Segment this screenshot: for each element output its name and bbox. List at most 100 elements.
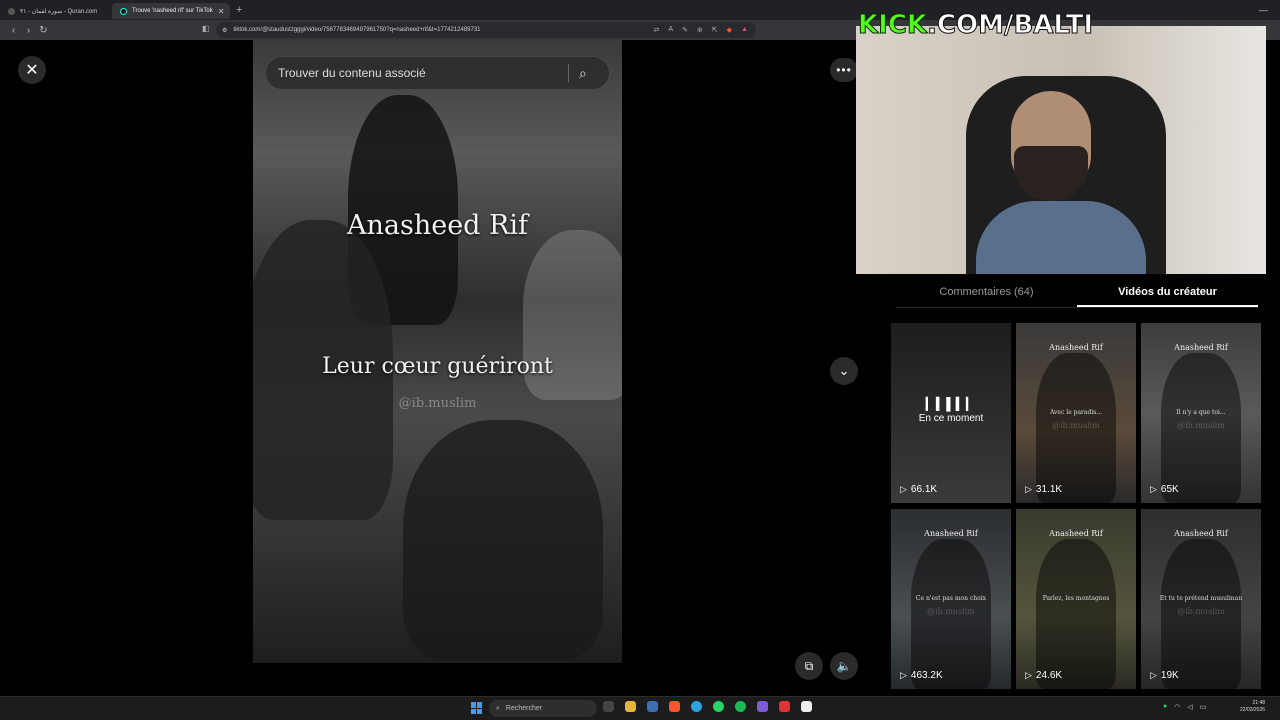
search-divider <box>568 64 569 82</box>
floating-player-button[interactable]: ⧉ <box>795 652 823 680</box>
thumbnail-figure <box>1036 539 1116 689</box>
task-view-icon[interactable] <box>603 701 614 712</box>
video-thumbnail[interactable]: Anasheed Rif Et tu te prétend musulman @… <box>1141 509 1261 689</box>
taskbar-search[interactable]: ⌕ Rechercher <box>489 700 597 717</box>
related-search-bar: ⌕ <box>265 56 610 90</box>
windows-start-icon[interactable] <box>471 702 483 714</box>
file-explorer-icon[interactable] <box>625 701 636 712</box>
tab-title: سورة لقمان - ٣١ - Quran.com <box>20 8 98 15</box>
speaker-icon[interactable]: ◁ <box>1187 703 1192 711</box>
thumbnail-caption: Avec le paradis... <box>1049 409 1103 416</box>
thumbnail-title: Anasheed Rif <box>924 529 978 538</box>
close-tab-icon[interactable]: ✕ <box>218 7 225 16</box>
rewards-icon[interactable]: ▲ <box>741 26 748 34</box>
brave-browser-icon[interactable] <box>669 701 680 712</box>
video-thumbnail[interactable]: Anasheed Rif Ce n'est pas mon choix @ib.… <box>891 509 1011 689</box>
close-video-button[interactable]: ✕ <box>18 56 46 84</box>
tray-status-icon[interactable]: ● <box>1163 703 1167 711</box>
play-icon: ▷ <box>900 484 907 494</box>
share-icon[interactable]: ⇱ <box>712 26 718 34</box>
window-minimize-icon[interactable]: — <box>1259 5 1268 15</box>
whatsapp-icon[interactable] <box>713 701 724 712</box>
browser-tab-quran[interactable]: سورة لقمان - ٣١ - Quran.com <box>0 3 112 19</box>
taskbar-search-placeholder: Rechercher <box>505 705 543 712</box>
site-info-icon[interactable]: ⚙ <box>222 27 227 34</box>
wifi-icon[interactable]: ◠ <box>1174 703 1180 711</box>
panel-tabs: Commentaires (64) Vidéos du créateur <box>896 280 1258 308</box>
zoom-icon[interactable]: ⊕ <box>697 26 703 34</box>
bookmark-icon[interactable]: ◧ <box>202 24 210 33</box>
video-thumbnail[interactable]: Anasheed Rif Il n'y a que toi... @ib.mus… <box>1141 323 1261 503</box>
view-count-value: 66.1K <box>910 484 938 495</box>
spotify-icon[interactable] <box>735 701 746 712</box>
reload-icon[interactable]: ↻ <box>36 25 51 36</box>
thumbnail-watermark: @ib.muslim <box>1052 421 1100 430</box>
video-subtitle: Leur cœur guériront <box>322 354 553 379</box>
video-thumbnail[interactable]: Anasheed Rif Avec le paradis... @ib.musl… <box>1016 323 1136 503</box>
next-video-button[interactable]: ⌄ <box>830 357 858 385</box>
new-tab-button[interactable]: + <box>236 4 242 16</box>
clock-date: 22/03/2026 <box>1240 707 1266 713</box>
picture-in-picture-icon: ⧉ <box>804 658 814 673</box>
read-aloud-icon[interactable]: A <box>668 26 673 34</box>
tab-title: Trouve 'nasheed rif' sur TikTok <box>132 8 213 14</box>
view-count-value: 24.6K <box>1035 670 1063 681</box>
video-thumbnail-now-playing[interactable]: ▎▍▌▍▎ En ce moment ▷ 66.1K <box>891 323 1011 503</box>
tab-creator-videos[interactable]: Vidéos du créateur <box>1077 280 1258 307</box>
calculator-icon[interactable] <box>647 701 658 712</box>
webcam-person-body <box>976 201 1146 274</box>
browser-tab-tiktok[interactable]: Trouve 'nasheed rif' sur TikTok ✕ <box>112 3 230 19</box>
thumbnail-caption: Parlez, les montagnes <box>1042 595 1110 602</box>
view-count: ▷ 65K <box>1150 484 1179 495</box>
messenger-icon[interactable] <box>757 701 768 712</box>
brave-shield-icon[interactable]: ◆ <box>727 26 732 34</box>
tiktok-favicon-icon <box>120 7 127 15</box>
system-tray: ● ◠ ◁ ▭ <box>1163 703 1206 711</box>
thumbnail-title: Anasheed Rif <box>1049 343 1103 352</box>
video-thumbnail[interactable]: Anasheed Rif Parlez, les montagnes ▷ 24.… <box>1016 509 1136 689</box>
video-watermark: @ib.muslim <box>398 396 477 411</box>
view-count: ▷ 463.2K <box>900 670 943 681</box>
thumbnail-title: Anasheed Rif <box>1049 529 1103 538</box>
notion-icon[interactable] <box>801 701 812 712</box>
thumbnail-watermark: @ib.muslim <box>927 607 975 616</box>
creator-video-grid: ▎▍▌▍▎ En ce moment ▷ 66.1K Anasheed Rif … <box>891 323 1263 689</box>
forward-arrow-icon[interactable]: › <box>21 25 36 36</box>
webcam-overlay <box>856 26 1266 274</box>
thumbnail-caption: Ce n'est pas mon choix <box>915 595 987 602</box>
telegram-icon[interactable] <box>691 701 702 712</box>
edit-icon[interactable]: ✎ <box>682 26 688 34</box>
close-icon: ✕ <box>25 62 39 79</box>
search-icon[interactable]: ⌕ <box>579 65 587 82</box>
related-search-input[interactable] <box>278 66 568 80</box>
back-arrow-icon[interactable]: ‹ <box>6 25 21 36</box>
thumbnail-caption: Et tu te prétend musulman <box>1159 595 1243 602</box>
volume-button[interactable]: 🔈 <box>830 652 858 680</box>
view-count: ▷ 66.1K <box>900 484 937 495</box>
thumbnail-watermark: @ib.muslim <box>1177 421 1225 430</box>
app-icon[interactable] <box>779 701 790 712</box>
video-player[interactable]: Anasheed Rif Leur cœur guériront @ib.mus… <box>253 40 622 663</box>
video-figure <box>403 420 603 660</box>
battery-icon[interactable]: ▭ <box>1200 703 1207 711</box>
more-dots-icon: ••• <box>836 63 852 77</box>
volume-icon: 🔈 <box>836 659 852 673</box>
thumbnail-watermark: @ib.muslim <box>1177 607 1225 616</box>
windows-taskbar: ⌕ Rechercher ● ◠ ◁ ▭ 21:48 22/03/2026 <box>0 696 1280 720</box>
url-text: tiktok.com/@staudustzgggi/video/75877834… <box>233 27 481 33</box>
channel-url-text: .COM/BALTI <box>927 10 1094 41</box>
taskbar-apps <box>603 701 812 712</box>
now-playing-indicator: ▎▍▌▍▎ En ce moment <box>891 397 1011 424</box>
play-icon: ▷ <box>1025 670 1032 680</box>
video-title: Anasheed Rif <box>346 210 528 241</box>
thumbnail-title: Anasheed Rif <box>1174 343 1228 352</box>
url-bar[interactable]: ⚙ tiktok.com/@staudustzgggi/video/758778… <box>216 22 756 38</box>
view-count-value: 31.1K <box>1035 484 1063 495</box>
tab-comments[interactable]: Commentaires (64) <box>896 280 1077 307</box>
play-icon: ▷ <box>900 670 907 680</box>
translate-icon[interactable]: ⇄ <box>654 26 660 34</box>
more-options-button[interactable]: ••• <box>830 58 858 82</box>
play-icon: ▷ <box>1150 670 1157 680</box>
taskbar-clock[interactable]: 21:48 22/03/2026 <box>1240 700 1265 714</box>
view-count-value: 65K <box>1160 484 1179 495</box>
